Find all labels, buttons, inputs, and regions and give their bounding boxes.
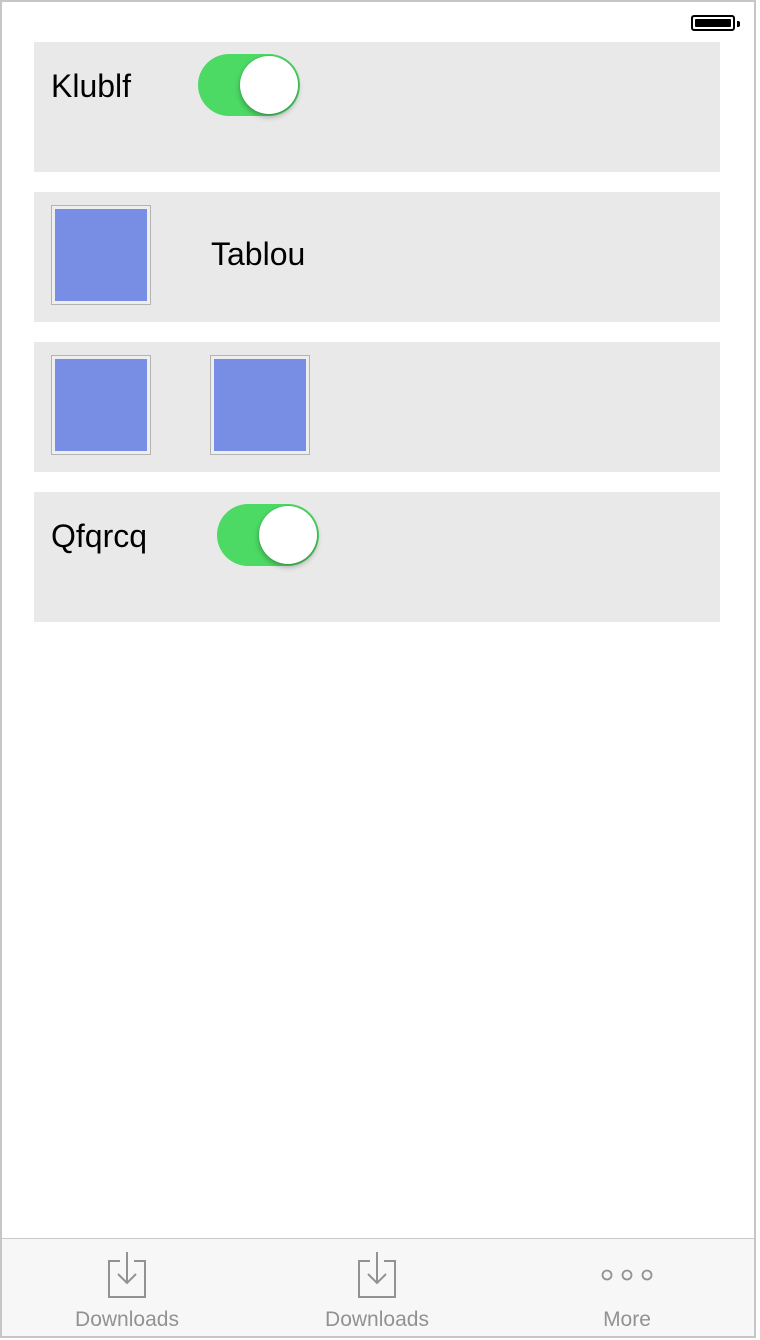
image-tile[interactable] [51,355,151,455]
tab-label: Downloads [325,1308,429,1331]
cell-label: Klublf [51,68,132,104]
toggle-knob [259,506,317,564]
download-icon [108,1252,146,1298]
more-icon [601,1269,653,1281]
image-tile[interactable] [210,355,310,455]
tab-more[interactable]: More [502,1239,752,1336]
tab-downloads-1[interactable]: Downloads [2,1239,252,1336]
battery-icon [691,15,740,31]
download-icon [358,1252,396,1298]
cell-image-pair [34,342,720,472]
battery-level [695,19,731,27]
image-tile-fill [214,359,306,451]
cell-qfqrcq: Qfqrcq [34,492,720,622]
cell-tablou: Tablou [34,192,720,322]
tab-label: Downloads [75,1308,179,1331]
tab-downloads-2[interactable]: Downloads [252,1239,502,1336]
tab-bar: Downloads Downloads More [2,1238,754,1336]
image-tile-fill [55,209,147,301]
klublf-toggle[interactable] [198,54,300,116]
image-tile[interactable] [51,205,151,305]
cell-label: Tablou [211,236,306,272]
device-frame: Klublf Tablou Qfqrcq Downloads Downloads… [0,0,756,1338]
cell-klublf: Klublf [34,42,720,172]
image-tile-fill [55,359,147,451]
tab-label: More [603,1308,651,1331]
battery-tip [737,21,740,27]
qfqrcq-toggle[interactable] [217,504,319,566]
cell-label: Qfqrcq [51,518,148,554]
toggle-knob [240,56,298,114]
